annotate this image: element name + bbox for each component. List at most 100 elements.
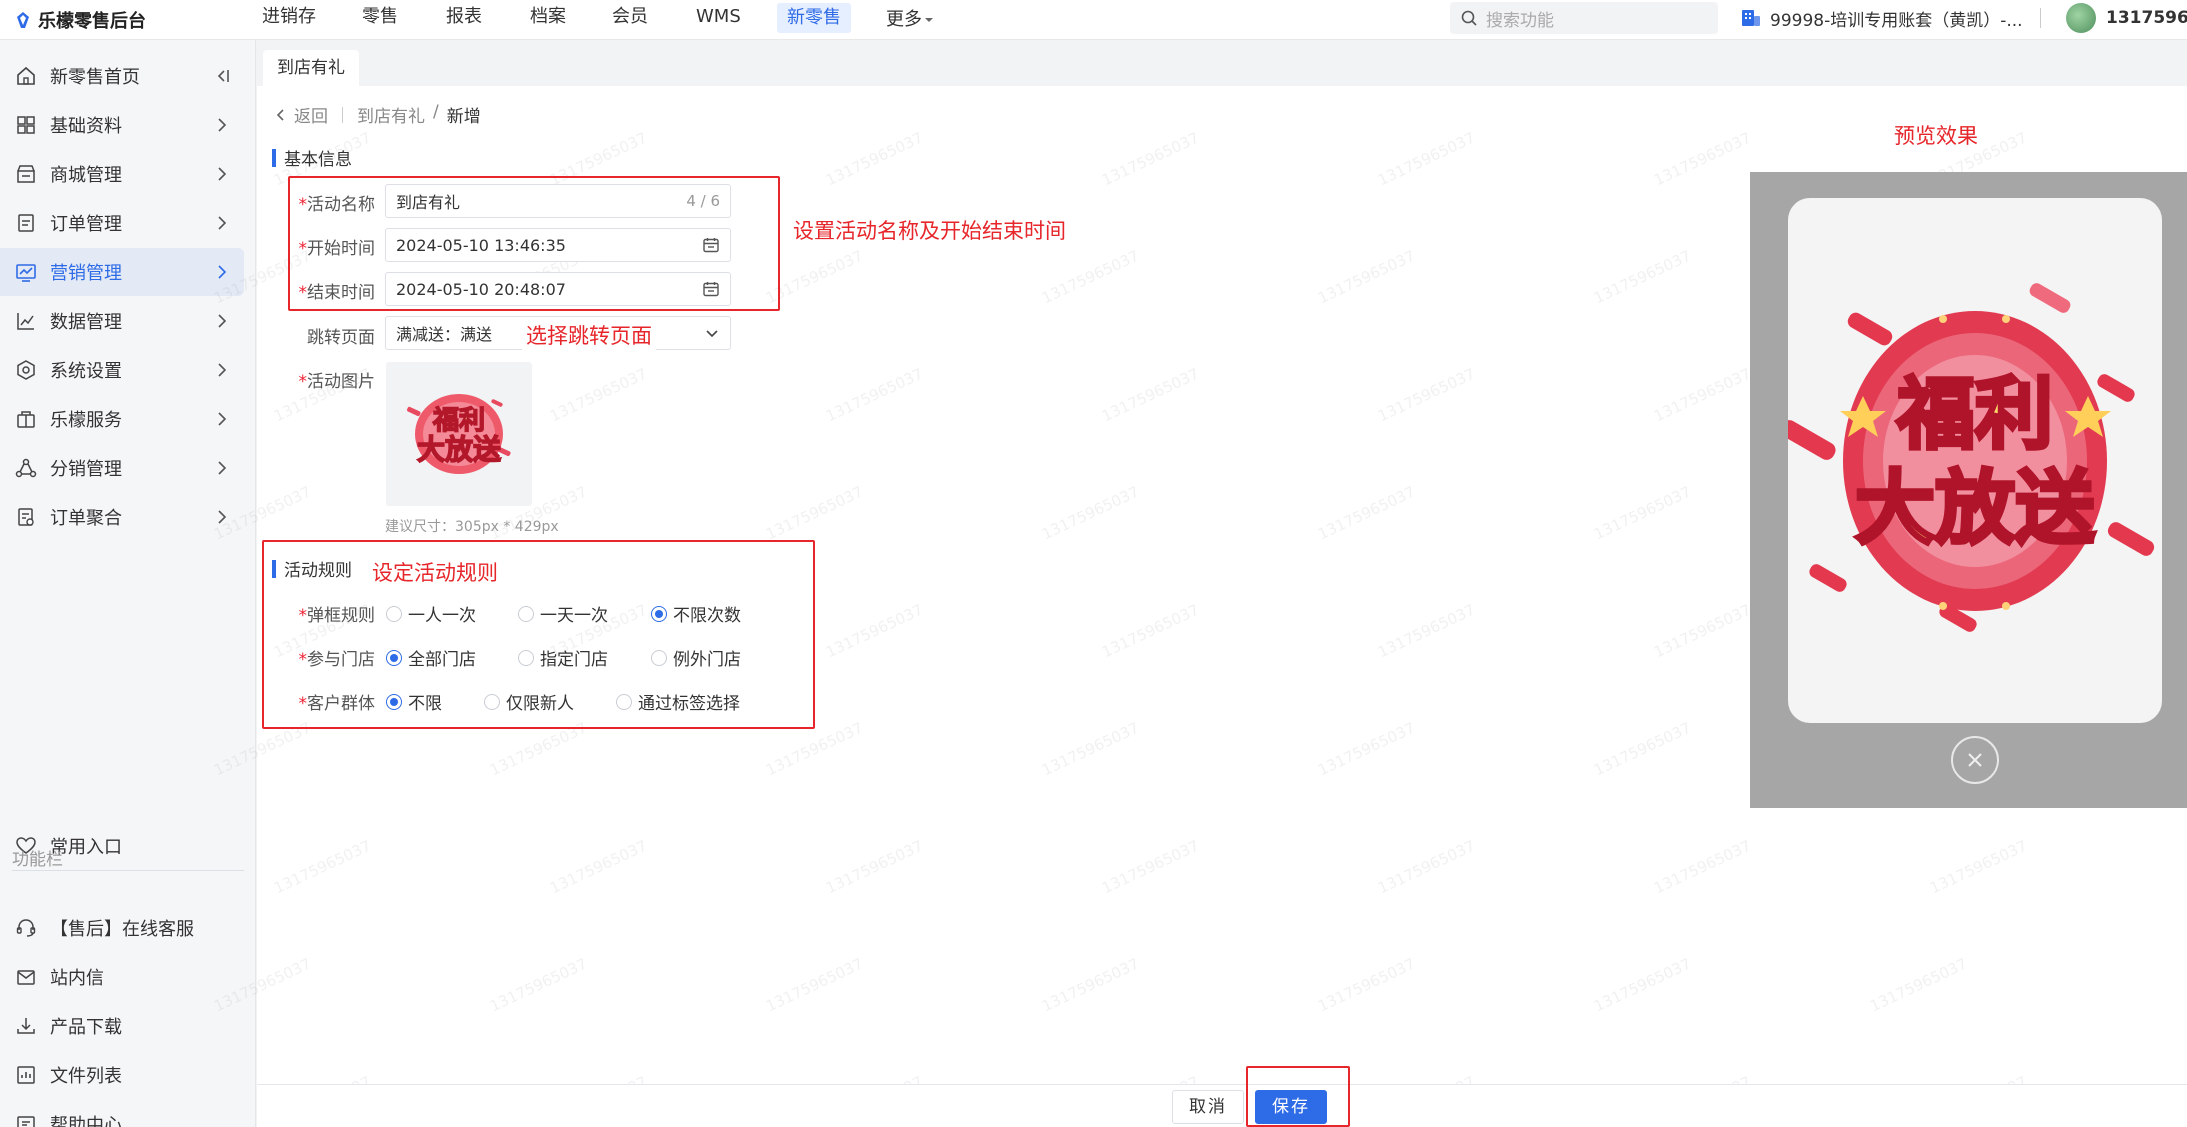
activity-name-label: *活动名称 [298,195,376,215]
user-menu[interactable]: 131759650 [2066,2,2187,34]
sidebar-item-order-aggregation[interactable]: 订单聚合 [0,493,244,541]
collapse-sidebar-icon[interactable] [212,66,232,86]
sidebar-item-data[interactable]: 数据管理 [0,297,244,345]
sidebar-tool-messages[interactable]: 站内信 [0,953,244,1001]
preview-text-line2: 大放送 [1855,462,2095,555]
sidebar-item-label: 系统设置 [50,361,122,382]
radio-once-per-person[interactable]: 一人一次 [386,601,476,626]
label-text: 跳转页面 [307,328,375,348]
promo-text-line1: 福利 [432,406,485,436]
activity-image-thumbnail[interactable]: 福利 大放送 [386,362,532,506]
section-title-rules: 活动规则 [272,556,352,581]
chevron-right-icon [218,216,227,230]
sidebar-item-new-retail-home[interactable]: 新零售首页 [0,52,244,100]
section-title-basic: 基本信息 [272,145,352,170]
radio-button [518,605,534,622]
radio-all-stores[interactable]: 全部门店 [386,645,476,670]
sidebar-tool-label: 站内信 [50,968,104,989]
radio-by-tag[interactable]: 通过标签选择 [616,689,740,714]
activity-name-value: 到店有礼 [396,193,461,212]
start-time-picker[interactable]: 2024-05-10 13:46:35 [385,228,731,262]
chevron-right-icon [218,265,227,279]
account-switcher[interactable]: 99998-培训专用账套（黄凯）-... [1740,4,2023,32]
calendar-icon [703,282,719,297]
nav-item-new-retail[interactable]: 新零售 [777,3,851,33]
sidebar-item-label: 商城管理 [50,165,122,186]
account-label: 99998-培训专用账套（黄凯）-... [1770,10,2023,31]
search-placeholder: 搜索功能 [1486,10,1554,31]
sidebar-item-system-settings[interactable]: 系统设置 [0,346,244,394]
annotation-rules: 设定活动规则 [372,561,498,585]
label-text: 参与门店 [307,650,375,670]
sidebar-item-distribution[interactable]: 分销管理 [0,444,244,492]
close-icon [1968,753,1982,767]
sidebar-item-mall[interactable]: 商城管理 [0,150,244,198]
radio-label: 不限 [408,694,442,714]
chevron-right-icon [218,314,227,328]
sidebar-item-basic-data[interactable]: 基础资料 [0,101,244,149]
nav-item-more[interactable]: 更多 [886,0,934,40]
sidebar-item-label: 营销管理 [50,263,122,284]
end-time-picker[interactable]: 2024-05-10 20:48:07 [385,272,731,306]
avatar [2066,3,2096,33]
sidebar-item-marketing[interactable]: 营销管理 [0,248,244,296]
sidebar-tool-download[interactable]: 产品下载 [0,1002,244,1050]
chevron-right-icon [218,510,227,524]
label-text: 活动图片 [307,372,375,392]
promo-image-small: 福利 大放送 [407,394,511,474]
sidebar-item-services[interactable]: 乐檬服务 [0,395,244,443]
annotation-jump: 选择跳转页面 [522,320,656,350]
breadcrumb-separator: / [433,102,439,122]
back-label: 返回 [294,107,328,127]
activity-name-input[interactable]: 到店有礼 4 / 6 [385,184,731,218]
nav-item-retail[interactable]: 零售 [362,0,398,40]
grid-icon [14,113,38,137]
sidebar-tool-label: 帮助中心 [50,1115,122,1127]
sidebar-tool-label: 文件列表 [50,1066,122,1087]
nav-item-inventory[interactable]: 进销存 [262,0,316,40]
radio-new-only[interactable]: 仅限新人 [484,689,574,714]
nav-item-reports[interactable]: 报表 [446,0,482,40]
preview-text-line1: 福利 [1896,370,2053,460]
chart-icon [14,260,38,284]
nav-item-members[interactable]: 会员 [612,0,648,40]
image-size-hint: 建议尺寸：305px * 429px [385,519,559,535]
breadcrumb: 返回 到店有礼 / 新增 [274,102,481,127]
radio-unlimited[interactable]: 不限次数 [651,601,741,626]
sidebar-tool-label: 产品下载 [50,1017,122,1038]
radio-button-selected [651,605,667,622]
stores-label: *参与门店 [298,650,376,670]
chevron-right-icon [218,461,227,475]
radio-no-limit[interactable]: 不限 [386,689,442,714]
radio-once-per-day[interactable]: 一天一次 [518,601,608,626]
label-text: 弹框规则 [307,606,375,626]
sidebar-item-orders[interactable]: 订单管理 [0,199,244,247]
nav-item-wms[interactable]: WMS [696,0,741,40]
promo-text-line2: 大放送 [417,433,501,466]
header-divider [2040,8,2041,28]
jump-page-label: 跳转页面 [275,323,375,348]
radio-button [616,693,632,710]
radio-excluded-stores[interactable]: 例外门店 [651,645,741,670]
sidebar-tool-file-list[interactable]: 文件列表 [0,1051,244,1099]
home-icon [14,64,38,88]
app-title: 乐檬零售后台 [38,11,146,32]
nav-item-archives[interactable]: 档案 [530,0,566,40]
sidebar-tool-help[interactable]: 帮助中心 [0,1100,244,1127]
sidebar-tool-online-service[interactable]: 【售后】在线客服 [0,904,244,952]
chevron-left-icon [276,108,284,121]
preview-close-button[interactable] [1951,736,1999,784]
sidebar-section-label: 功能栏 [12,850,63,870]
label-text: 客户群体 [307,694,375,714]
tab-bar: 到店有礼 [257,40,2187,86]
radio-specified-stores[interactable]: 指定门店 [518,645,608,670]
nav-more-label: 更多 [886,9,922,30]
radio-button [386,605,402,622]
back-link[interactable]: 返回 [274,102,328,127]
search-box[interactable]: 搜索功能 [1450,2,1718,34]
radio-label: 一人一次 [408,606,476,626]
breadcrumb-parent[interactable]: 到店有礼 [357,102,425,127]
cancel-button[interactable]: 取消 [1172,1090,1244,1124]
app-logo[interactable]: 乐檬零售后台 [14,6,146,34]
tab-store-gift[interactable]: 到店有礼 [263,50,359,86]
